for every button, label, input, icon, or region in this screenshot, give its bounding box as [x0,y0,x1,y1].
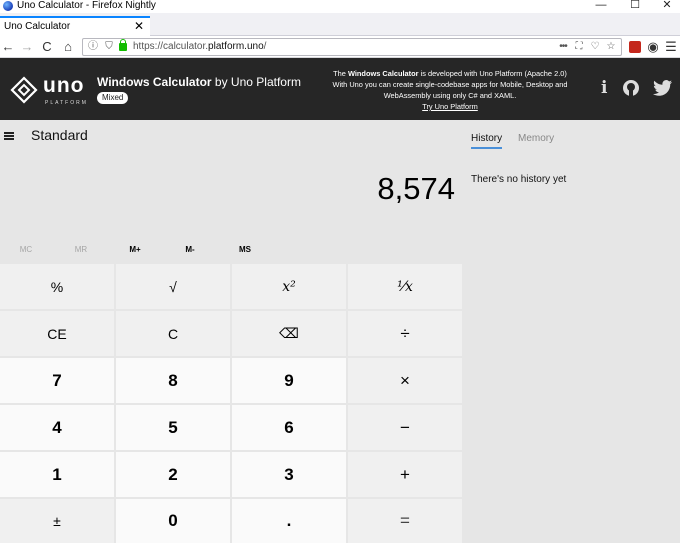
uno-header: uno PLATFORM Windows Calculator by Uno P… [0,58,680,120]
forward-button[interactable]: → [19,39,35,55]
github-icon[interactable] [622,79,640,97]
url-bar[interactable]: ⓘ ⛉ https://calculator.platform.uno/ •••… [82,38,622,56]
memory-recall-button[interactable]: MR [61,245,101,254]
history-empty-message: There's no history yet [471,174,567,185]
extension-icon[interactable] [627,39,643,55]
history-panel: History Memory There's no history yet [463,120,680,543]
tab-label: Uno Calculator [4,21,71,32]
app-title: Windows Calculator by Uno Platform [97,75,301,89]
browser-tab[interactable]: Uno Calculator ✕ [0,16,150,36]
digit-5-button[interactable]: 5 [116,405,230,450]
maximize-button[interactable]: ☐ [620,0,650,12]
memory-add-button[interactable]: M+ [115,245,155,254]
uno-wordmark: uno [43,74,85,97]
clear-entry-button[interactable]: CE [0,311,114,356]
equals-button[interactable]: = [348,499,462,543]
digit-9-button[interactable]: 9 [232,358,346,403]
tab-history[interactable]: History [471,133,503,149]
url-text[interactable]: https://calculator.platform.uno/ [133,41,266,52]
digit-1-button[interactable]: 1 [0,452,114,497]
reciprocal-button[interactable]: ¹⁄x [348,264,462,309]
calculator-display: 8,574 [377,171,455,206]
tab-memory[interactable]: Memory [518,133,554,144]
firefox-nightly-icon [3,1,13,11]
memory-clear-button[interactable]: MC [6,245,46,254]
info-circle-icon[interactable]: ⓘ [87,40,99,54]
calculator-panel: Standard 8,574 MC MR M+ M- MS % √ x² ¹⁄x… [0,120,463,543]
back-button[interactable]: ← [0,39,16,55]
square-button[interactable]: x² [232,264,346,309]
backspace-button[interactable]: ⌫ [232,311,346,356]
memory-subtract-button[interactable]: M- [170,245,210,254]
digit-7-button[interactable]: 7 [0,358,114,403]
keypad: % √ x² ¹⁄x CE C ⌫ ÷ 7 8 9 × 4 5 6 − 1 2 … [0,264,463,543]
digit-8-button[interactable]: 8 [116,358,230,403]
digit-6-button[interactable]: 6 [232,405,346,450]
page-actions-icon[interactable]: ••• [555,40,571,54]
bookmark-star-icon[interactable]: ☆ [605,40,617,54]
tab-strip: Uno Calculator ✕ [0,13,680,36]
info-icon[interactable]: i [601,78,607,98]
digit-0-button[interactable]: 0 [116,499,230,543]
menu-icon[interactable]: ☰ [663,39,679,55]
reload-button[interactable]: C [39,39,55,55]
digit-2-button[interactable]: 2 [116,452,230,497]
square-root-button[interactable]: √ [116,264,230,309]
divide-button[interactable]: ÷ [348,311,462,356]
hamburger-menu-icon[interactable] [4,132,14,140]
navigation-toolbar: ← → C ⌂ ⓘ ⛉ https://calculator.platform.… [0,36,680,58]
digit-4-button[interactable]: 4 [0,405,114,450]
add-button[interactable]: + [348,452,462,497]
window-title-bar: Uno Calculator - Firefox Nightly — ☐ ✕ [0,0,680,13]
account-icon[interactable]: ◉ [645,39,661,55]
uno-logo-icon[interactable] [10,76,38,104]
multiply-button[interactable]: × [348,358,462,403]
tracking-shield-icon[interactable]: ⛉ [103,40,115,54]
mixed-badge: Mixed [97,92,129,104]
lock-icon [119,39,127,51]
percent-button[interactable]: % [0,264,114,309]
clear-button[interactable]: C [116,311,230,356]
decimal-button[interactable]: . [232,499,346,543]
digit-3-button[interactable]: 3 [232,452,346,497]
memory-store-button[interactable]: MS [225,245,265,254]
info-text: The Windows Calculator is developed with… [306,68,594,112]
pocket-icon[interactable]: ♡ [589,40,601,54]
try-uno-link[interactable]: Try Uno Platform [306,101,594,112]
window-title: Uno Calculator - Firefox Nightly [17,0,156,11]
screenshot-icon[interactable]: ⛶ [573,40,585,54]
home-button[interactable]: ⌂ [60,39,76,55]
negate-button[interactable]: ± [0,499,114,543]
twitter-icon[interactable] [653,80,673,96]
subtract-button[interactable]: − [348,405,462,450]
window-close-button[interactable]: ✕ [652,0,680,12]
minimize-button[interactable]: — [586,0,616,12]
tab-close-button[interactable]: ✕ [134,19,144,33]
calculator-mode-title: Standard [31,127,88,143]
uno-platform-subtext: PLATFORM [45,100,88,106]
